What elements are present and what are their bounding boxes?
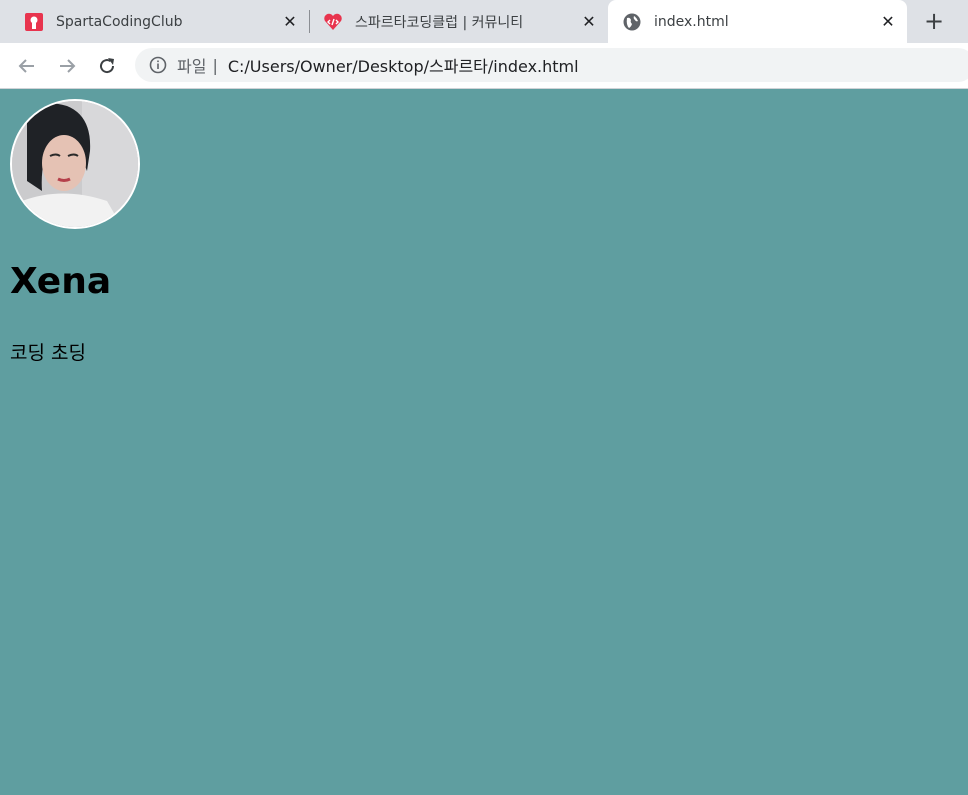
info-icon[interactable] <box>149 56 167 74</box>
address-scheme: 파일 <box>177 57 207 76</box>
globe-icon <box>623 13 641 30</box>
profile-photo <box>12 101 138 227</box>
profile-bio: 코딩 초딩 <box>10 342 86 364</box>
close-tab-icon[interactable]: ✕ <box>879 12 897 31</box>
tab-title: index.html <box>654 13 729 30</box>
heart-code-icon <box>324 13 342 30</box>
tab-strip: SpartaCodingClub ✕ 스파르타코딩클럽 | 커뮤니티 ✕ ind… <box>0 0 968 43</box>
reload-icon <box>100 58 115 74</box>
new-tab-button[interactable]: + <box>918 6 950 36</box>
tab-index-html[interactable]: index.html ✕ <box>608 0 907 43</box>
close-tab-icon[interactable]: ✕ <box>580 12 598 31</box>
profile-name: Xena <box>10 261 112 302</box>
forward-button[interactable] <box>52 51 82 81</box>
close-tab-icon[interactable]: ✕ <box>281 12 299 31</box>
back-button[interactable] <box>12 51 42 81</box>
tab-community[interactable]: 스파르타코딩클럽 | 커뮤니티 ✕ <box>310 0 608 43</box>
address-separator: | <box>212 55 218 75</box>
avatar <box>10 99 140 229</box>
tab-spartacodingclub[interactable]: SpartaCodingClub ✕ <box>0 0 309 43</box>
reload-button[interactable] <box>92 51 122 81</box>
arrow-right-icon <box>60 59 76 73</box>
sparta-logo-icon <box>25 12 43 31</box>
address-url: C:/Users/Owner/Desktop/스파르타/index.html <box>227 57 579 76</box>
tab-title: 스파르타코딩클럽 | 커뮤니티 <box>355 14 524 31</box>
tab-title: SpartaCodingClub <box>56 13 183 30</box>
address-bar[interactable]: 파일 | C:/Users/Owner/Desktop/스파르타/index.h… <box>135 48 968 82</box>
page-content: Xena 코딩 초딩 <box>0 89 968 795</box>
arrow-left-icon <box>18 59 34 73</box>
browser-toolbar: 파일 | C:/Users/Owner/Desktop/스파르타/index.h… <box>0 43 968 89</box>
